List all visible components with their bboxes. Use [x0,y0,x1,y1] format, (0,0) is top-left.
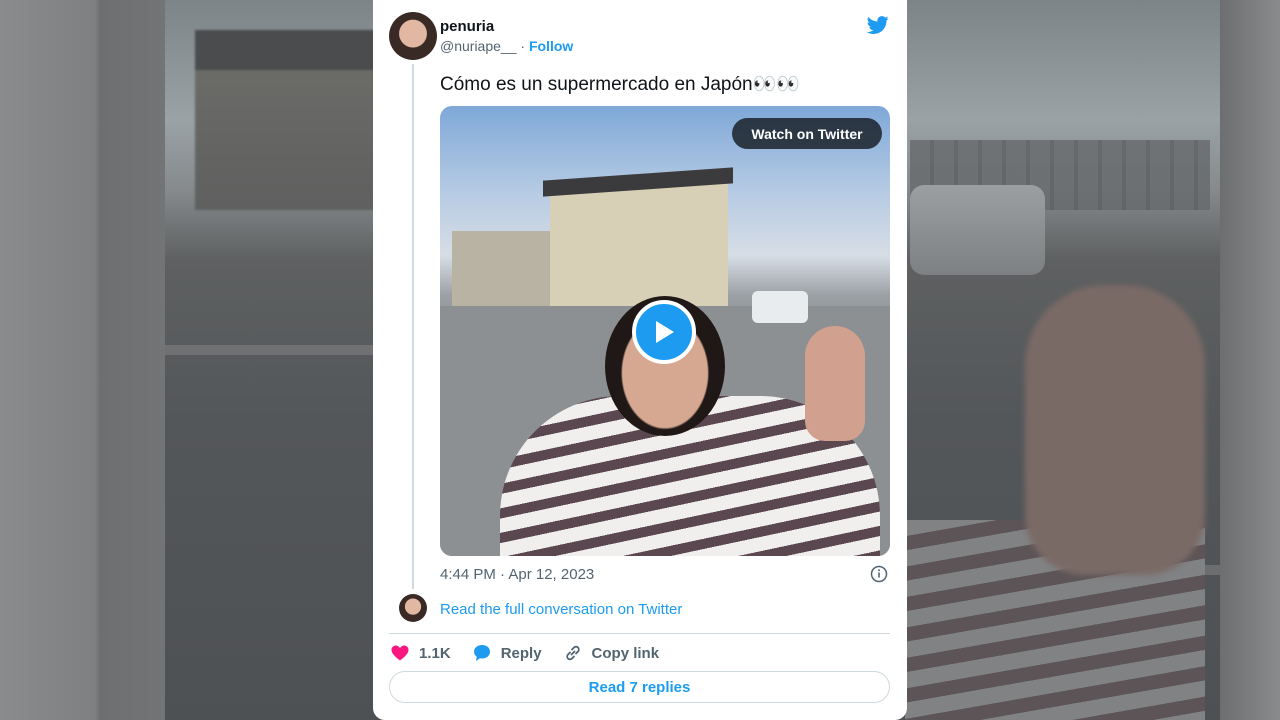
video-house [550,181,728,306]
play-icon [656,321,674,343]
reply-button[interactable]: Reply [473,644,542,662]
background-hand [1025,285,1205,575]
separator-dot: · [520,38,526,54]
video-player[interactable]: Watch on Twitter [440,106,890,556]
thread-line [412,64,414,589]
author-avatar[interactable] [389,12,437,60]
info-icon[interactable] [870,565,888,583]
like-count: 1.1K [419,644,451,662]
tweet-text: Cómo es un supermercado en Japón👀👀 [440,74,800,95]
author-handle-row: @nuriape__ · Follow [440,38,573,54]
background-house [195,30,375,210]
author-handle[interactable]: @nuriape__ [440,38,517,54]
reply-label: Reply [500,644,542,662]
follow-button[interactable]: Follow [529,38,573,54]
tweet-embed-card: penuria @nuriape__ · Follow Cómo es un s… [373,0,907,720]
reply-bubble-icon [473,645,490,661]
play-button[interactable] [632,300,696,364]
heart-icon [391,645,409,661]
background-right-panel [1220,0,1280,720]
copy-link-label: Copy link [591,644,660,662]
read-full-conversation-link[interactable]: Read the full conversation on Twitter [440,601,682,618]
link-icon [565,645,580,661]
background-road-line [165,345,375,355]
video-car [752,291,808,323]
video-house-left [452,231,562,306]
copy-link-button[interactable]: Copy link [564,644,660,662]
twitter-bird-icon[interactable] [866,14,890,36]
conversation-avatar [399,594,427,622]
like-button[interactable]: 1.1K [391,645,451,662]
background-left-panel [0,0,165,720]
action-bar: 1.1K Reply Copy link [391,642,681,664]
divider [389,633,890,634]
background-van [910,185,1045,275]
author-name[interactable]: penuria [440,18,494,35]
read-replies-button[interactable]: Read 7 replies [389,671,890,703]
watch-on-twitter-button[interactable]: Watch on Twitter [732,118,882,149]
tweet-timestamp[interactable]: 4:44 PM · Apr 12, 2023 [440,566,594,583]
video-person-hand [805,326,865,441]
